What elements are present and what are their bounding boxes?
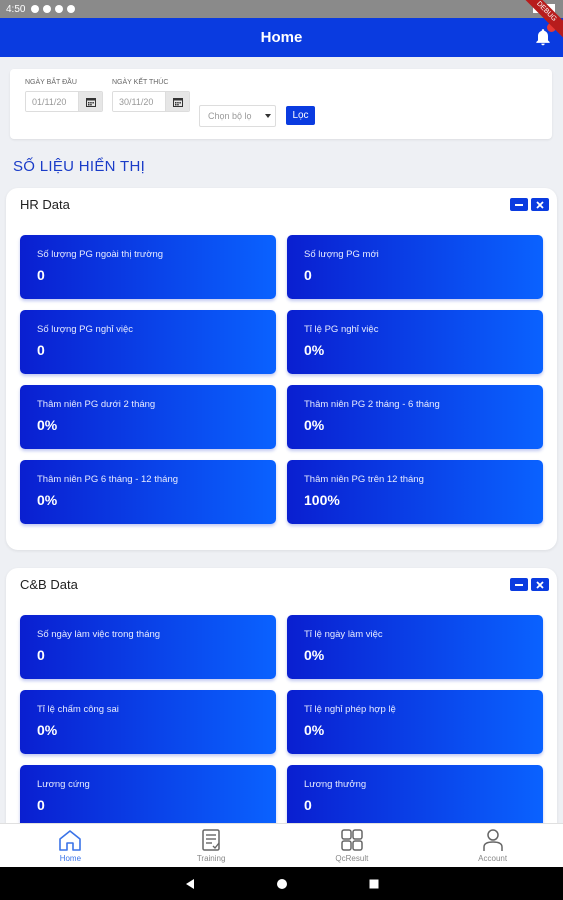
stat-label: Thâm niên PG 6 tháng - 12 tháng bbox=[37, 474, 179, 485]
stat-value: 100% bbox=[304, 492, 340, 508]
stat-label: Tỉ lệ ngày làm việc bbox=[304, 629, 383, 640]
stat-value: 0% bbox=[37, 722, 58, 738]
notification-dot-icon bbox=[67, 5, 76, 13]
notification-icons bbox=[31, 5, 76, 13]
filter-select[interactable]: Chọn bộ lọ bbox=[199, 105, 276, 127]
stat-value: 0% bbox=[37, 417, 58, 433]
stat-label: Số lượng PG ngoài thị trường bbox=[37, 249, 164, 260]
nav-account[interactable]: Account bbox=[422, 824, 563, 867]
minimize-button[interactable] bbox=[510, 578, 528, 591]
nav-label: Home bbox=[59, 854, 82, 863]
home-button-icon[interactable] bbox=[276, 878, 288, 890]
nav-label: Account bbox=[478, 854, 508, 863]
app-bar: Home bbox=[0, 18, 563, 57]
grid-icon bbox=[341, 829, 363, 851]
stat-label: Tỉ lệ chấm công sai bbox=[37, 704, 119, 715]
notification-dot-icon bbox=[55, 5, 64, 13]
hr-data-card: HR Data Số lượng PG ngoài thị trường 0 S… bbox=[6, 188, 557, 550]
calendar-icon[interactable] bbox=[165, 92, 189, 111]
recents-icon[interactable] bbox=[368, 878, 380, 890]
bottom-nav: Home Training QcResult Account bbox=[0, 823, 563, 867]
page-title: Home bbox=[260, 29, 303, 46]
stat-tile[interactable]: Số lượng PG nghỉ việc 0 bbox=[20, 310, 276, 374]
stat-value: 0% bbox=[304, 417, 325, 433]
stat-value: 0 bbox=[304, 797, 312, 813]
start-date-label: NGÀY BẮT ĐẦU bbox=[25, 79, 77, 86]
card-controls bbox=[510, 578, 549, 591]
filter-panel: NGÀY BẮT ĐẦU NGÀY KẾT THÚC Chọn bộ lọ Lọ… bbox=[10, 69, 552, 139]
card-title: HR Data bbox=[20, 197, 70, 212]
stat-label: Thâm niên PG trên 12 tháng bbox=[304, 474, 424, 485]
stat-value: 0% bbox=[304, 342, 325, 358]
close-icon bbox=[536, 580, 544, 589]
minimize-button[interactable] bbox=[510, 198, 528, 211]
stat-value: 0 bbox=[37, 797, 45, 813]
back-icon[interactable] bbox=[184, 878, 196, 890]
stat-tile[interactable]: Số lượng PG mới 0 bbox=[287, 235, 543, 299]
nav-qcresult[interactable]: QcResult bbox=[282, 824, 423, 867]
section-title: SỐ LIỆU HIỂN THỊ bbox=[13, 158, 146, 175]
end-date-label: NGÀY KẾT THÚC bbox=[112, 79, 169, 86]
stat-value: 0 bbox=[37, 647, 45, 663]
main-content[interactable]: NGÀY BẮT ĐẦU NGÀY KẾT THÚC Chọn bộ lọ Lọ… bbox=[0, 57, 563, 823]
status-time: 4:50 bbox=[6, 3, 26, 15]
apply-filter-button[interactable]: Lọc bbox=[286, 106, 315, 125]
close-button[interactable] bbox=[531, 578, 549, 591]
stat-value: 0% bbox=[37, 492, 58, 508]
stat-value: 0 bbox=[37, 342, 45, 358]
chevron-down-icon bbox=[265, 114, 271, 118]
nav-training[interactable]: Training bbox=[141, 824, 282, 867]
stat-label: Tỉ lệ nghỉ phép hợp lệ bbox=[304, 704, 396, 715]
stat-label: Số lượng PG nghỉ việc bbox=[37, 324, 134, 335]
calendar-icon[interactable] bbox=[78, 92, 102, 111]
stat-tile[interactable]: Thâm niên PG dưới 2 tháng 0% bbox=[20, 385, 276, 449]
minus-icon bbox=[515, 583, 523, 586]
status-bar: 4:50 bbox=[0, 0, 563, 18]
stat-tile[interactable]: Thâm niên PG trên 12 tháng 100% bbox=[287, 460, 543, 524]
stat-label: Lương thưởng bbox=[304, 779, 367, 790]
nav-label: Training bbox=[196, 854, 226, 863]
notification-dot-icon bbox=[31, 5, 40, 13]
start-date-input[interactable] bbox=[26, 92, 78, 111]
stat-label: Số lượng PG mới bbox=[304, 249, 379, 260]
stat-tile[interactable]: Lương cứng 0 bbox=[20, 765, 276, 823]
cb-data-card: C&B Data Số ngày làm việc trong tháng 0 … bbox=[6, 568, 557, 823]
filter-select-value: Chọn bộ lọ bbox=[208, 111, 252, 121]
stat-tile[interactable]: Số lượng PG ngoài thị trường 0 bbox=[20, 235, 276, 299]
stat-value: 0% bbox=[304, 722, 325, 738]
end-date-field[interactable] bbox=[112, 91, 190, 112]
stat-value: 0 bbox=[37, 267, 45, 283]
card-title: C&B Data bbox=[20, 577, 78, 592]
stat-tile[interactable]: Tỉ lệ PG nghỉ việc 0% bbox=[287, 310, 543, 374]
stat-tile[interactable]: Lương thưởng 0 bbox=[287, 765, 543, 823]
clipboard-icon bbox=[202, 829, 220, 851]
stat-value: 0% bbox=[304, 647, 325, 663]
nav-label: QcResult bbox=[335, 854, 369, 863]
stat-tile[interactable]: Thâm niên PG 6 tháng - 12 tháng 0% bbox=[20, 460, 276, 524]
nav-home[interactable]: Home bbox=[0, 824, 141, 867]
stat-value: 0 bbox=[304, 267, 312, 283]
end-date-input[interactable] bbox=[113, 92, 165, 111]
close-icon bbox=[536, 200, 544, 209]
stat-label: Lương cứng bbox=[37, 779, 90, 790]
stat-tile[interactable]: Tỉ lệ nghỉ phép hợp lệ 0% bbox=[287, 690, 543, 754]
stat-label: Thâm niên PG dưới 2 tháng bbox=[37, 399, 156, 410]
system-nav-bar bbox=[0, 867, 563, 900]
stat-label: Thâm niên PG 2 tháng - 6 tháng bbox=[304, 399, 440, 410]
close-button[interactable] bbox=[531, 198, 549, 211]
card-controls bbox=[510, 198, 549, 211]
minus-icon bbox=[515, 203, 523, 206]
start-date-field[interactable] bbox=[25, 91, 103, 112]
person-icon bbox=[482, 829, 503, 851]
stat-label: Tỉ lệ PG nghỉ việc bbox=[304, 324, 379, 335]
stat-label: Số ngày làm việc trong tháng bbox=[37, 629, 161, 640]
stat-tile[interactable]: Số ngày làm việc trong tháng 0 bbox=[20, 615, 276, 679]
stat-tile[interactable]: Tỉ lệ chấm công sai 0% bbox=[20, 690, 276, 754]
end-date-group: NGÀY KẾT THÚC bbox=[112, 79, 190, 112]
home-icon bbox=[59, 830, 82, 851]
notification-dot-icon bbox=[43, 5, 52, 13]
start-date-group: NGÀY BẮT ĐẦU bbox=[25, 79, 103, 112]
stat-tile[interactable]: Tỉ lệ ngày làm việc 0% bbox=[287, 615, 543, 679]
stat-tile[interactable]: Thâm niên PG 2 tháng - 6 tháng 0% bbox=[287, 385, 543, 449]
